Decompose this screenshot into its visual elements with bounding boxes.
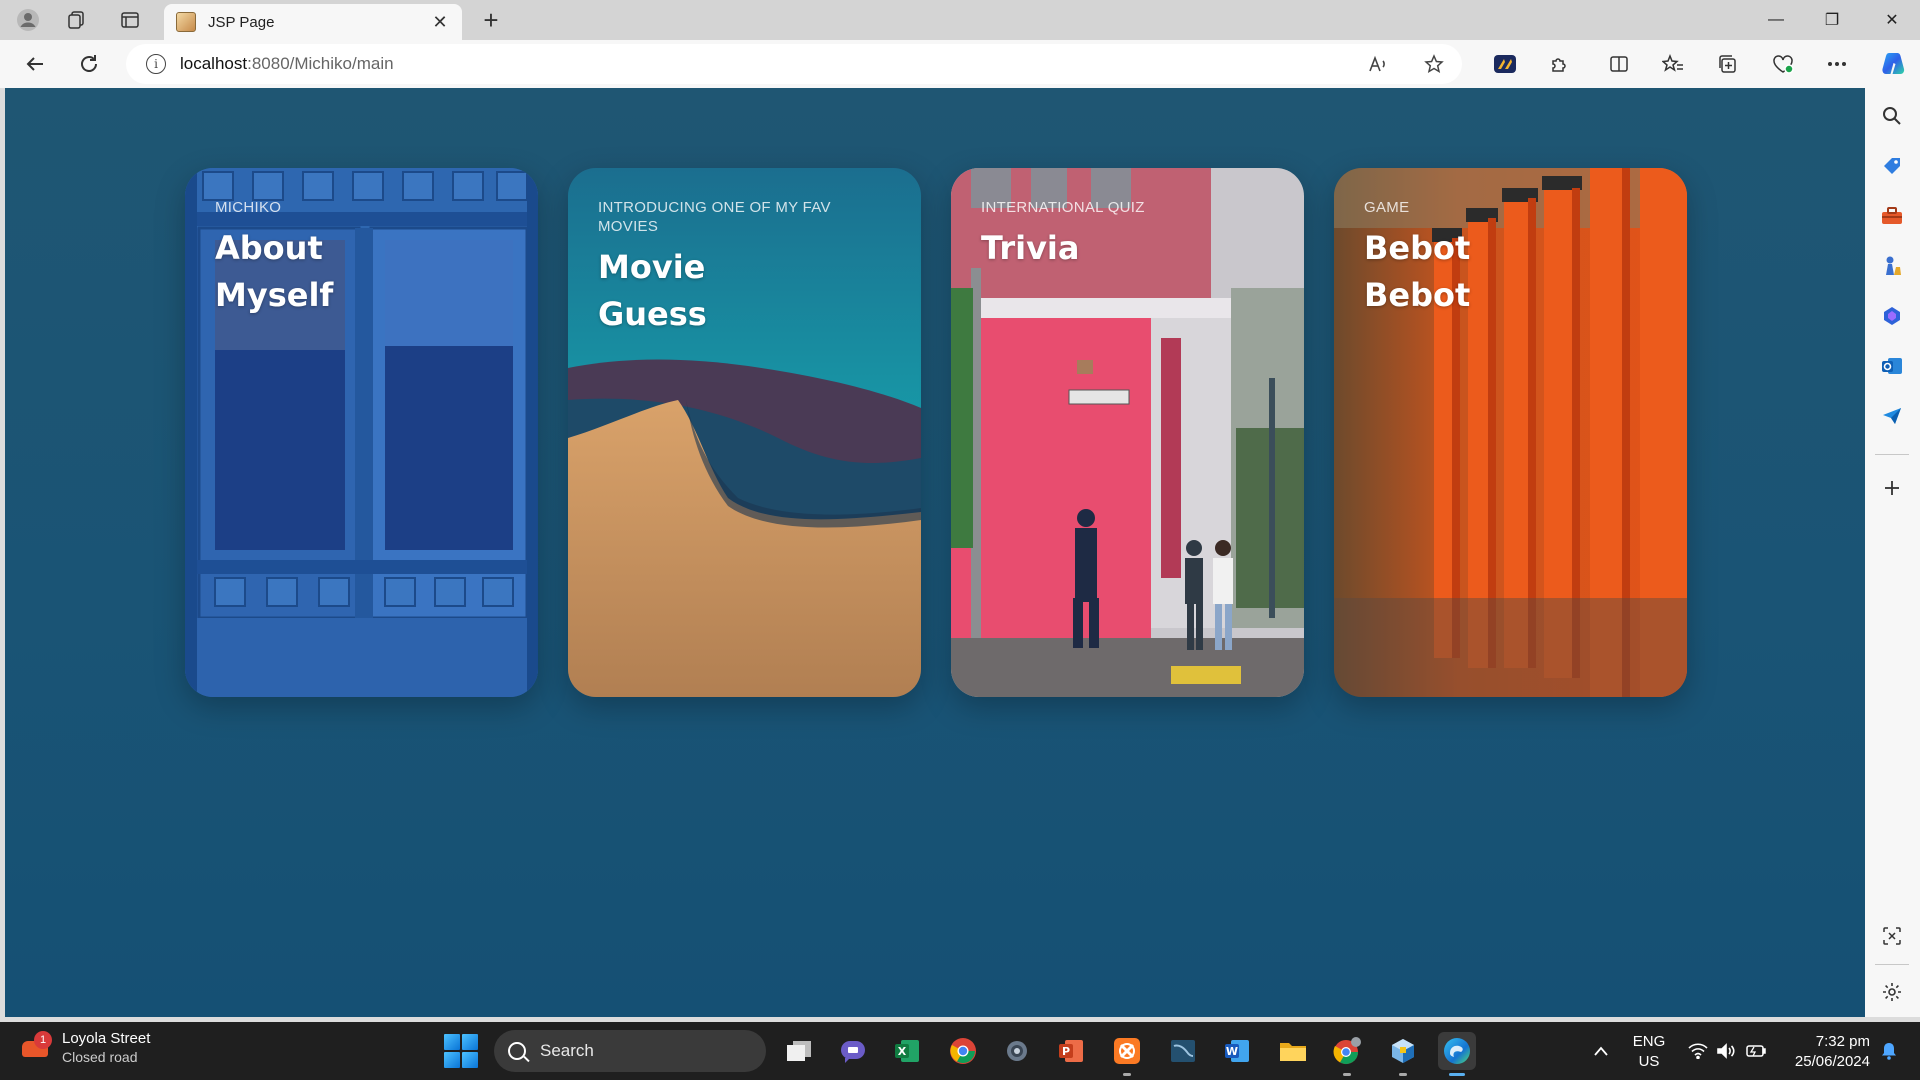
tab-close-icon[interactable]: ✕ [430,12,450,33]
card-text: GAME Bebot Bebot [1364,198,1657,319]
chevron-up-icon[interactable] [1586,1022,1616,1080]
word-icon[interactable]: W [1218,1032,1256,1070]
back-icon[interactable] [18,48,52,80]
tab-favicon-icon [176,12,196,32]
card-trivia[interactable]: INTERNATIONAL QUIZ Trivia [951,168,1304,697]
card-row: MICHIKO About Myself INTRODUCING ONE OF … [185,168,1687,697]
xampp-icon[interactable] [1108,1032,1146,1076]
card-text: MICHIKO About Myself [215,198,508,319]
settings-app-icon[interactable] [998,1032,1036,1070]
card-bebot-bebot[interactable]: GAME Bebot Bebot [1334,168,1687,697]
tab-title: JSP Page [208,13,275,31]
notification-badge: 1 [34,1030,52,1049]
extension-brand-icon[interactable] [1488,48,1522,80]
profile-icon[interactable] [12,6,44,34]
copilot-icon[interactable] [1878,302,1906,330]
tab-active[interactable]: JSP Page ✕ [164,4,462,40]
search-label: Search [540,1041,594,1060]
weather-widget[interactable]: 1 Loyola Street Closed road [20,1030,150,1065]
card-title: Trivia [981,229,1080,267]
card-movie-guess[interactable]: INTRODUCING ONE OF MY FAV MOVIES Movie G… [568,168,921,697]
powerpoint-icon[interactable]: P [1052,1032,1090,1070]
language-indicator[interactable]: ENG US [1626,1032,1672,1072]
more-menu-icon[interactable] [1820,48,1854,80]
site-info-icon[interactable]: i [146,54,166,74]
minimize-button[interactable]: — [1748,0,1804,40]
address-bar[interactable]: i localhost:8080/Michiko/main [126,44,1462,84]
chrome-profile-icon[interactable] [1328,1032,1366,1076]
teams-chat-icon[interactable] [834,1032,872,1070]
edge-sidebar [1865,88,1920,1017]
notification-bell-icon[interactable] [1874,1022,1904,1080]
excel-icon[interactable]: X [888,1032,926,1070]
taskbar-search[interactable]: Search [494,1030,766,1072]
start-button[interactable] [444,1034,478,1068]
new-tab-button[interactable]: + [476,5,506,35]
workspaces-icon[interactable] [60,6,92,34]
chrome-icon[interactable] [944,1032,982,1070]
region-code: US [1638,1053,1660,1070]
card-kicker: INTERNATIONAL QUIZ [981,199,1145,216]
extensions-icon[interactable] [1542,48,1576,80]
restore-button[interactable]: ❐ [1804,0,1860,40]
edge-icon[interactable] [1438,1032,1476,1076]
svg-text:P: P [1062,1045,1070,1058]
favorites-icon[interactable] [1656,48,1690,80]
close-window-button[interactable]: ✕ [1864,0,1920,40]
url-host: localhost [180,54,248,73]
tag-icon[interactable] [1878,152,1906,180]
toolbox-icon[interactable] [1878,202,1906,230]
volume-icon[interactable] [1712,1022,1740,1080]
time-text: 7:32 pm [1815,1033,1870,1050]
svg-text:W: W [1226,1045,1238,1058]
card-about-myself[interactable]: MICHIKO About Myself [185,168,538,697]
card-title: Movie Guess [598,248,707,333]
browser-essentials-icon[interactable] [1766,48,1800,80]
battery-icon[interactable] [1742,1022,1770,1080]
refresh-icon[interactable] [72,48,106,80]
collections-icon[interactable] [1710,48,1744,80]
url-path: :8080/Michiko/main [247,54,394,73]
split-screen-icon[interactable] [1602,48,1636,80]
card-title: About Myself [215,229,334,314]
wifi-icon[interactable] [1684,1022,1712,1080]
card-text: INTERNATIONAL QUIZ Trivia [981,198,1274,272]
copilot-icon[interactable] [1876,48,1910,80]
add-icon[interactable] [1878,474,1906,502]
send-icon[interactable] [1878,402,1906,430]
date-text: 25/06/2024 [1794,1053,1870,1070]
widget-subtitle: Closed road [62,1049,138,1065]
web-page: MICHIKO About Myself INTRODUCING ONE OF … [5,88,1865,1017]
search-icon [508,1042,526,1060]
tab-actions-icon[interactable] [114,6,146,34]
sidebar-divider [1875,964,1909,965]
mysql-workbench-icon[interactable] [1164,1032,1202,1070]
widget-title: Loyola Street [62,1030,151,1047]
outlook-icon[interactable] [1878,352,1906,380]
card-kicker: INTRODUCING ONE OF MY FAV MOVIES [598,199,831,235]
screenshot-icon[interactable] [1878,922,1906,950]
sidebar-divider [1875,454,1909,455]
task-view-icon[interactable] [780,1032,818,1070]
favorite-star-icon[interactable] [1420,52,1448,76]
clock[interactable]: 7:32 pm 25/06/2024 [1782,1032,1870,1072]
lang-code: ENG [1632,1033,1666,1050]
chess-icon[interactable] [1878,252,1906,280]
file-explorer-icon[interactable] [1274,1032,1312,1070]
search-icon[interactable] [1878,102,1906,130]
card-title: Bebot Bebot [1364,229,1471,314]
virtualbox-icon[interactable] [1384,1032,1422,1076]
read-aloud-icon[interactable] [1364,52,1392,76]
card-kicker: GAME [1364,199,1410,216]
tab-strip: JSP Page ✕ + — ❐ ✕ [0,0,1920,40]
card-kicker: MICHIKO [215,199,282,216]
card-text: INTRODUCING ONE OF MY FAV MOVIES Movie G… [598,198,891,338]
taskbar: 1 Loyola Street Closed road Search X P W [0,1022,1920,1080]
traffic-alert-icon: 1 [20,1030,52,1063]
settings-icon[interactable] [1878,978,1906,1006]
svg-text:X: X [898,1045,907,1058]
browser-toolbar: i localhost:8080/Michiko/main [0,40,1920,88]
